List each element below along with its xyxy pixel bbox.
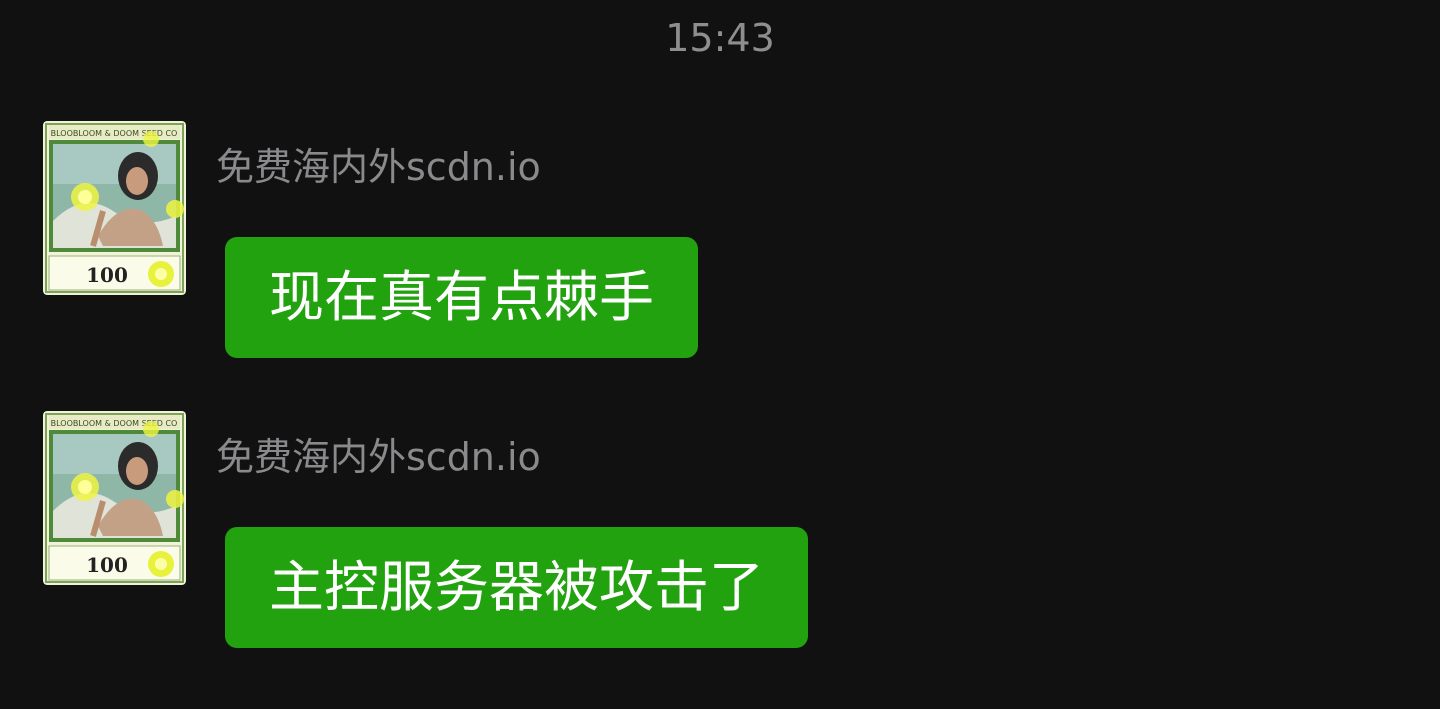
sender-name: 免费海内外scdn.io — [216, 435, 541, 479]
card-value: 100 — [86, 263, 128, 287]
avatar-card-image: BLOOBLOOM & DOOM SEED CO 100 — [43, 121, 186, 295]
avatar[interactable]: BLOOBLOOM & DOOM SEED CO 100 — [43, 411, 186, 585]
sender-name: 免费海内外scdn.io — [216, 145, 541, 189]
message-bubble[interactable]: 现在真有点棘手 — [225, 237, 699, 358]
card-value: 100 — [86, 553, 128, 577]
chat-screen: 15:43 BLOOBLOOM & DOOM SEED CO 100 免费海内外… — [0, 0, 1440, 709]
avatar[interactable]: BLOOBLOOM & DOOM SEED CO 100 — [43, 121, 186, 295]
avatar-card-image: BLOOBLOOM & DOOM SEED CO 100 — [43, 411, 186, 585]
message-timestamp: 15:43 — [665, 16, 775, 60]
message-bubble[interactable]: 主控服务器被攻击了 — [225, 527, 809, 648]
